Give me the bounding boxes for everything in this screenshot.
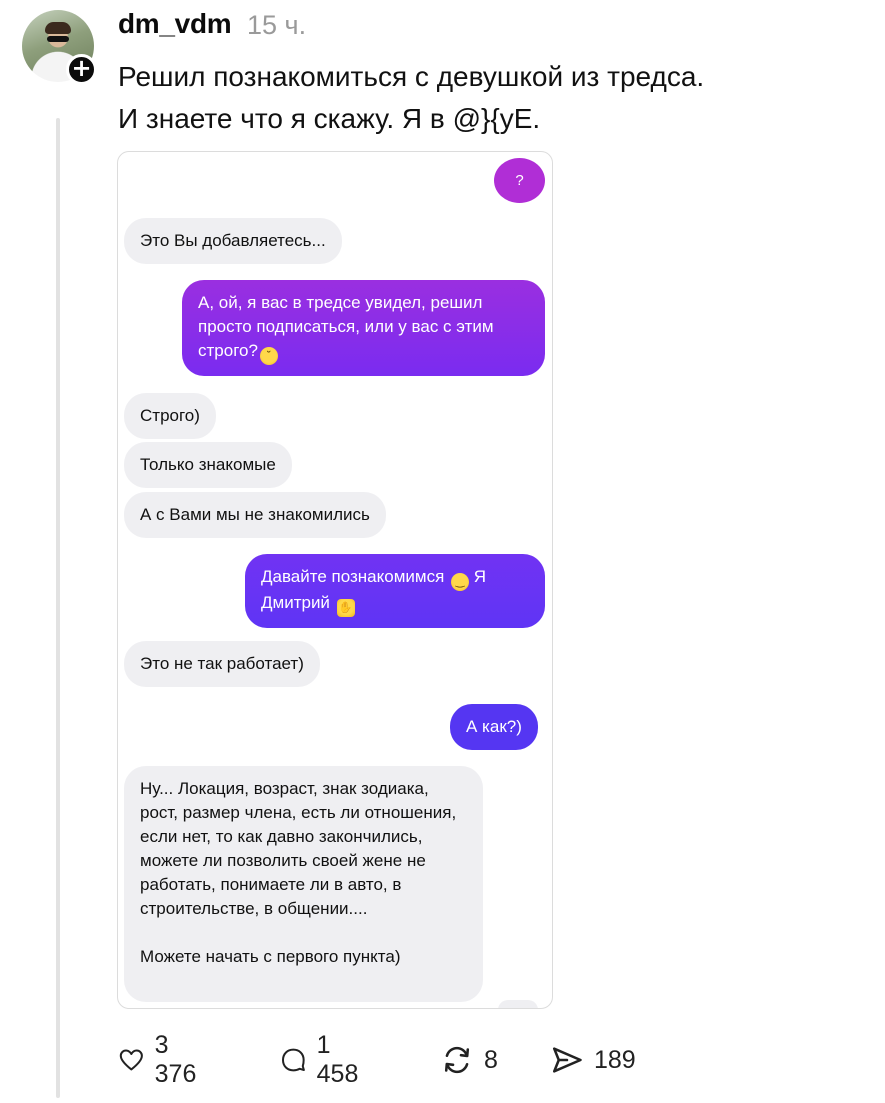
like-button[interactable]: 3 376 [118, 1031, 204, 1088]
comment-button[interactable]: 1 458 [280, 1031, 366, 1088]
repost-icon [444, 1046, 470, 1074]
share-count: 189 [594, 1045, 636, 1074]
cropped-message [498, 1000, 538, 1008]
avatar-glasses [47, 36, 69, 42]
chat-message-incoming: Ну... Локация, возраст, знак зодиака, ро… [124, 766, 483, 1002]
plus-icon[interactable]: + [66, 54, 97, 85]
comment-icon [281, 1048, 305, 1072]
like-count: 3 376 [154, 1031, 197, 1088]
grinning-sweat-emoji-icon: ˘ [259, 347, 278, 365]
post-caption: Решил познакомиться с девушкой из тредса… [118, 56, 858, 140]
share-button[interactable]: 189 [550, 1040, 636, 1080]
chat-message-incoming: Это не так работает) [124, 641, 320, 687]
attached-screenshot[interactable]: ? Это Вы добавляетесь... А, ой, я вас в … [117, 151, 553, 1009]
thread-line [56, 118, 60, 1098]
repost-count: 8 [484, 1045, 498, 1074]
chat-message-incoming: А с Вами мы не знакомились [124, 492, 386, 538]
message-text-a: Давайте познакомимся [261, 567, 445, 586]
raised-hands-emoji-icon: ✋ [336, 599, 355, 617]
chat-message-outgoing: ? [494, 158, 545, 203]
timestamp: 15 ч. [247, 10, 307, 40]
share-icon [552, 1047, 582, 1073]
chat-message-incoming: Это Вы добавляетесь... [124, 218, 342, 264]
thread-post: + dm_vdm 15 ч. Решил познакомиться с дев… [0, 0, 885, 1103]
caption-line-1: Решил познакомиться с девушкой из тредса… [118, 61, 705, 92]
smiling-emoji-icon: ‿ [451, 573, 470, 591]
avatar-hair [45, 22, 71, 34]
chat-message-incoming: Только знакомые [124, 442, 292, 488]
chat-message-outgoing: А как?) [450, 704, 538, 750]
heart-icon [119, 1049, 143, 1071]
message-text-a: Ну... Локация, возраст, знак зодиака, ро… [140, 779, 457, 918]
chat-message-outgoing: Давайте познакомимся ‿ Я Дмитрий ✋ [245, 554, 545, 628]
chat-message-incoming: Строго) [124, 393, 216, 439]
chat-message-outgoing: А, ой, я вас в тредсе увидел, решил прос… [182, 280, 545, 376]
message-text: А, ой, я вас в тредсе увидел, решил прос… [198, 293, 494, 360]
comment-count: 1 458 [316, 1031, 359, 1088]
username[interactable]: dm_vdm [118, 8, 232, 40]
message-text-b: Можете начать с первого пункта) [140, 947, 401, 966]
caption-line-2: И знаете что я скажу. Я в @}{уЕ. [118, 103, 541, 134]
repost-button[interactable]: 8 [440, 1040, 498, 1080]
